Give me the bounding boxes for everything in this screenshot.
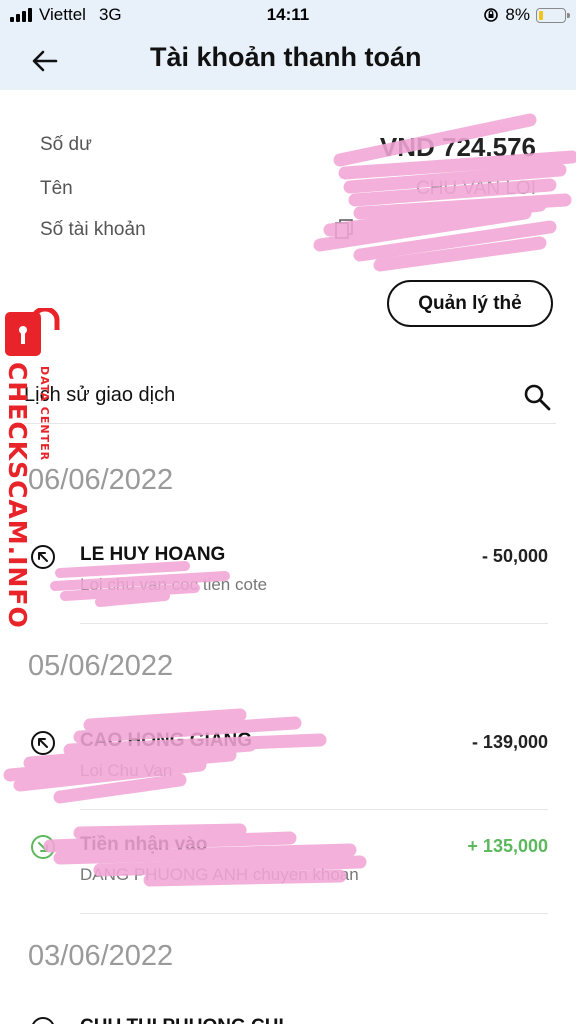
orientation-lock-icon	[484, 8, 499, 22]
outgoing-arrow-icon	[32, 1017, 54, 1024]
status-right: 8%	[483, 5, 570, 25]
transaction-name: CHU THI PHUONG CHI	[80, 1016, 284, 1024]
watermark-subtitle: DATA CENTER	[38, 366, 51, 462]
outgoing-arrow-icon	[31, 731, 55, 755]
status-bar: Viettel 3G 14:11 8%	[0, 0, 576, 32]
transaction-name: LE HUY HOANG	[80, 544, 226, 565]
transaction-amount: + 135,000	[467, 836, 548, 856]
arrow-left-icon[interactable]	[28, 44, 62, 78]
lock-icon	[5, 308, 60, 356]
date-header: 03/06/2022	[28, 940, 174, 972]
row-divider	[80, 913, 548, 914]
transaction-name: CAO HONG GIANG	[80, 730, 253, 751]
outgoing-arrow-icon	[31, 545, 55, 569]
search-icon[interactable]	[522, 382, 552, 412]
history-divider	[24, 423, 556, 424]
nav-bar: Tài khoản thanh toán	[0, 32, 576, 90]
manage-card-button[interactable]: Quản lý thẻ	[387, 280, 553, 327]
row-divider	[80, 809, 548, 810]
name-label: Tên	[40, 178, 73, 199]
battery-percent: 8%	[505, 5, 530, 24]
date-header: 05/06/2022	[28, 650, 174, 682]
date-header: 06/06/2022	[28, 464, 174, 496]
row-divider	[80, 623, 548, 624]
watermark-brand: CHECKSCAM.INFO	[3, 362, 32, 629]
copy-icon[interactable]	[334, 218, 354, 240]
transaction-amount: - 50,000	[481, 546, 548, 566]
page-title: Tài khoản thanh toán	[150, 42, 422, 72]
transaction-amount: - 139,000	[471, 732, 548, 752]
account-number-label: Số tài khoản	[40, 219, 146, 240]
transaction-description: Loi Chu Van	[80, 761, 173, 780]
balance-value: VND 724.576	[379, 132, 536, 162]
transaction-name: Tiền nhận vào	[80, 834, 208, 855]
incoming-arrow-icon	[31, 835, 55, 859]
transaction-description: DANG PHUONG ANH chuyen khoan	[80, 865, 359, 884]
account-screen: Viettel 3G 14:11 8% Tài khoản thanh toán…	[0, 0, 576, 1024]
name-value: CHU VAN LOI	[415, 178, 536, 199]
balance-label: Số dư	[40, 134, 92, 155]
transaction-description: Loi chu van coc tien cote	[80, 575, 268, 594]
battery-icon	[536, 7, 570, 23]
